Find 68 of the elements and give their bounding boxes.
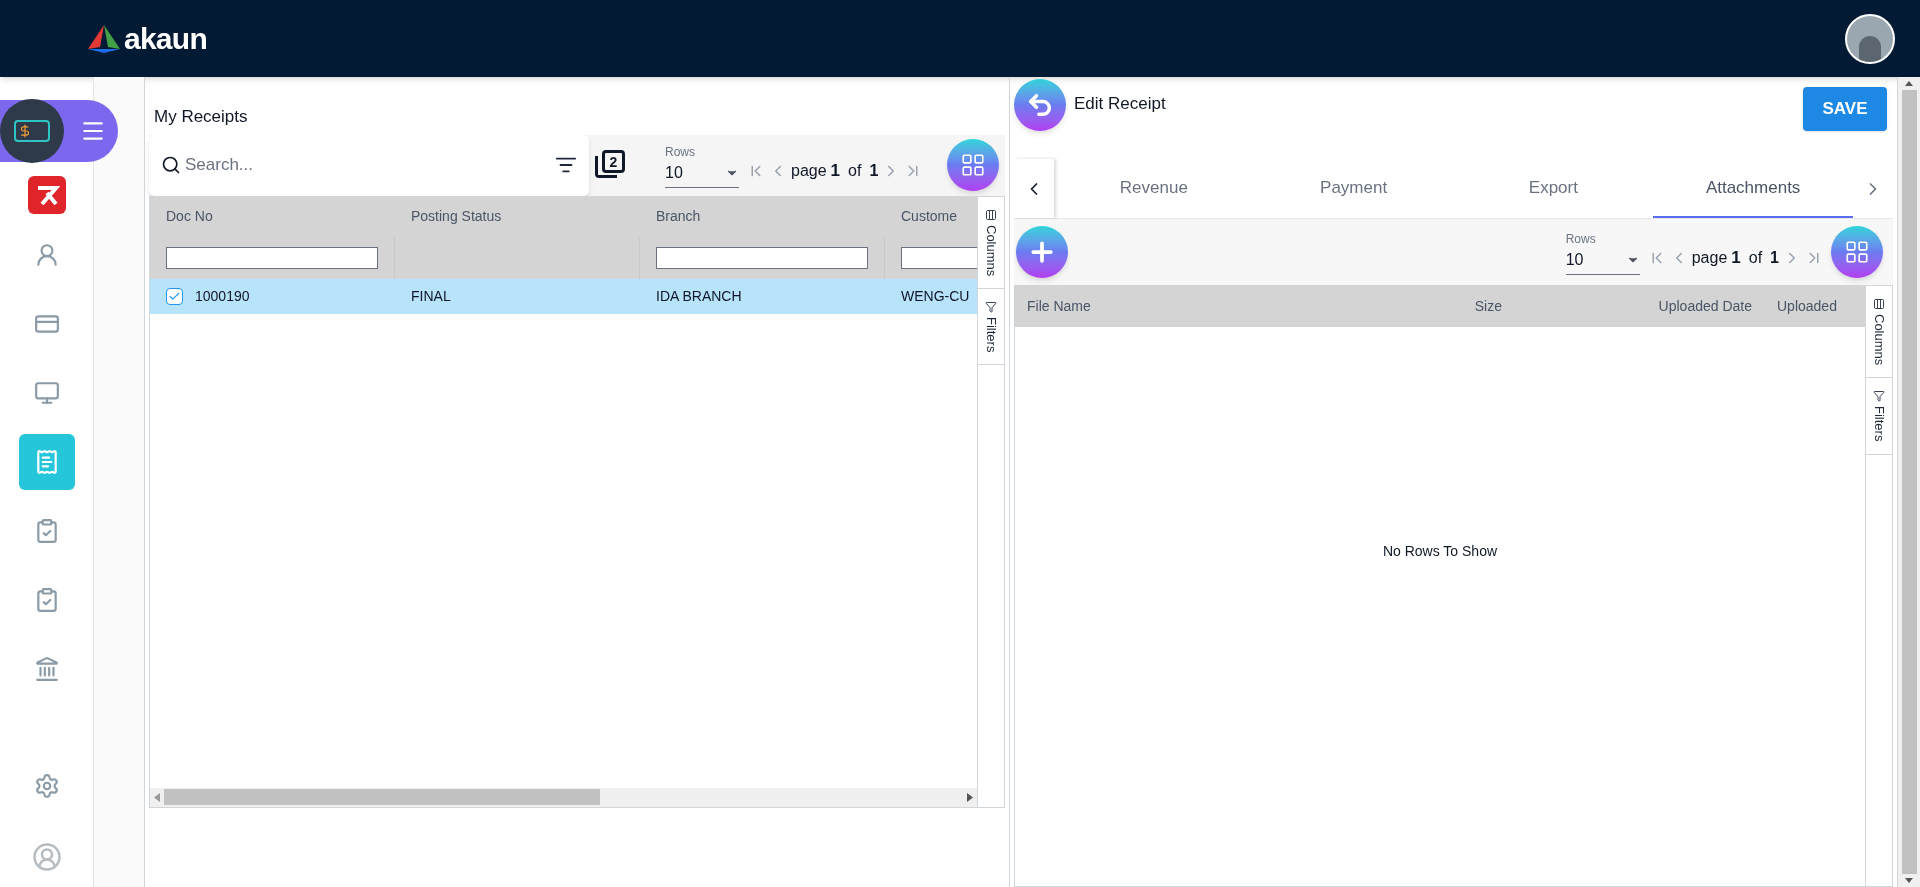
empty-message: No Rows To Show	[1382, 542, 1498, 561]
rows-label: Rows	[665, 143, 696, 161]
page-label: page	[791, 160, 827, 181]
back-arrow-icon	[1026, 91, 1054, 119]
side-panel-tab[interactable]: Columns	[978, 196, 1004, 289]
tab[interactable]: Export	[1453, 159, 1654, 218]
avatar[interactable]	[1845, 13, 1895, 64]
column-filter-field[interactable]	[656, 246, 868, 269]
column-header[interactable]: File Name	[1015, 295, 1265, 317]
scrollbar-thumb[interactable]	[164, 789, 600, 805]
rows-select[interactable]: 10	[665, 160, 739, 188]
monitor-icon	[33, 380, 60, 406]
column-header[interactable]: Size	[1265, 295, 1515, 317]
app-menu-button[interactable]	[0, 100, 118, 162]
scroll-left-icon[interactable]	[154, 792, 160, 802]
grid-icon	[960, 152, 986, 178]
search-bar[interactable]: Search...	[149, 134, 589, 196]
panel-title: Edit Receipt	[1074, 92, 1166, 115]
scrollbar-thumb[interactable]	[1901, 90, 1917, 874]
column-header[interactable]: Posting Status	[395, 206, 640, 227]
add-button[interactable]	[1016, 226, 1068, 278]
scroll-right-icon[interactable]	[967, 792, 973, 802]
profile-icon[interactable]	[31, 842, 62, 872]
grid-view-button[interactable]	[1831, 226, 1883, 278]
page-of-label: of	[848, 160, 862, 181]
page-of-label: of	[1748, 247, 1763, 268]
search-icon	[161, 155, 181, 175]
settings-icon[interactable]	[33, 773, 60, 799]
page-total: 1	[1770, 247, 1779, 268]
column-filter-field[interactable]	[166, 246, 378, 269]
back-button[interactable]	[1014, 79, 1066, 131]
panel-title: My Receipts	[154, 106, 249, 128]
search-input[interactable]: Search...	[185, 152, 551, 178]
table-cell-text: 1000190	[195, 286, 250, 306]
row-checkbox[interactable]	[166, 287, 183, 305]
logo-text: akaun	[124, 21, 207, 57]
filter-icon	[1873, 390, 1885, 403]
bank-icon	[33, 656, 60, 682]
grid-view-button[interactable]	[947, 139, 999, 191]
logo-icon	[88, 24, 120, 53]
sidebar-item[interactable]	[18, 434, 75, 490]
table-cell-text: WENG-CU	[901, 286, 970, 306]
page-number: 1	[830, 160, 841, 182]
tab[interactable]: Payment	[1253, 159, 1454, 218]
page-label: page	[1691, 247, 1728, 268]
table-cell-text: IDA BRANCH	[656, 286, 742, 306]
side-panel-tab[interactable]: Columns	[1866, 286, 1892, 379]
page-total: 1	[869, 160, 879, 181]
pdf-app-icon[interactable]	[27, 176, 66, 214]
column-header[interactable]: Uploaded Date	[1515, 295, 1765, 317]
side-panel-tab[interactable]: Filters	[1866, 378, 1892, 455]
table-row[interactable]: 1000190 FINAL IDA BRANCH WENG-CU	[150, 278, 977, 314]
grid-icon	[1844, 239, 1870, 265]
rows-select[interactable]: 10	[1565, 247, 1640, 275]
page-number: 1	[1731, 247, 1741, 269]
scroll-up-icon[interactable]	[1905, 81, 1913, 86]
column-header[interactable]: Doc No	[150, 206, 395, 227]
columns-icon	[985, 208, 997, 221]
columns-icon	[1873, 298, 1885, 310]
save-button[interactable]: SAVE	[1803, 87, 1887, 131]
side-panel-tab[interactable]: Filters	[978, 288, 1004, 366]
rows-label: Rows	[1565, 230, 1597, 248]
cash-icon	[14, 120, 50, 142]
table-cell-text: FINAL	[411, 286, 451, 306]
column-header[interactable]: Branch	[640, 206, 885, 227]
scroll-down-icon[interactable]	[1905, 878, 1913, 883]
filter-icon	[985, 300, 997, 313]
tab[interactable]: Revenue	[1053, 159, 1254, 218]
